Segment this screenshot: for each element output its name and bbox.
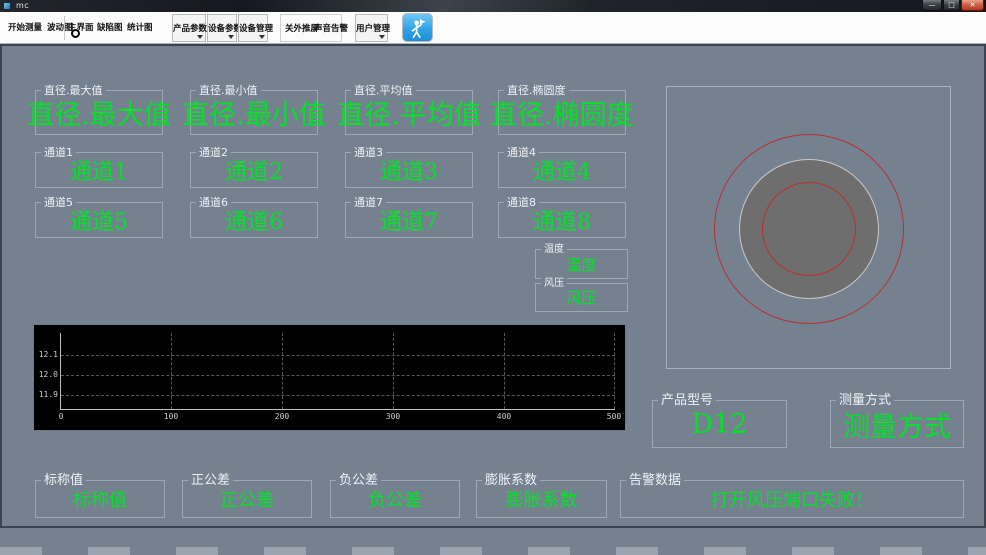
user-mgmt-label: 用户管理 (356, 24, 391, 34)
channel-6-box: 通道6 通道6 (190, 195, 318, 238)
pressure-box: 风压 风压 (535, 276, 628, 312)
maximize-icon: □ (948, 1, 955, 9)
minimize-icon: — (928, 1, 936, 9)
channel-7-value: 通道7 (380, 210, 438, 235)
product-params-button[interactable]: 产品参数 (172, 14, 208, 42)
expansion-coef-box: 膨胀系数 膨胀系数 (476, 473, 607, 518)
stats-chart-button[interactable]: 统计图 (127, 21, 153, 35)
main-screen-indicator-icon (71, 29, 80, 38)
diameter-ovality-value: 直径.椭圆度 (490, 100, 634, 131)
x-tick-label: 500 (606, 412, 622, 421)
toolbar: 开始测量 波动图 主界面 缺陷图 统计图 产品参数 设备参数 设备管理 关外推屏… (0, 12, 986, 44)
gridline-v (504, 333, 505, 409)
temperature-box: 温度 温度 (535, 242, 628, 279)
temperature-value: 温度 (566, 255, 597, 274)
close-button[interactable]: ✕ (961, 0, 984, 11)
close-icon: ✕ (969, 1, 976, 9)
measure-mode-box: 测量方式 测量方式 (830, 393, 964, 448)
dropdown-arrow-icon[interactable] (228, 35, 234, 39)
pressure-value: 风压 (566, 289, 597, 307)
y-tick-label: 12.0 (38, 370, 58, 379)
pos-tolerance-value: 正公差 (220, 490, 274, 511)
channel-6-value: 通道6 (225, 210, 283, 235)
cross-section-display (666, 86, 951, 369)
device-mgmt-button[interactable]: 设备管理 (238, 14, 274, 42)
gridline-h (61, 355, 615, 356)
dropdown-arrow-icon[interactable] (259, 35, 265, 39)
maximize-button[interactable]: □ (943, 0, 960, 11)
channel-5-box: 通道5 通道5 (35, 195, 163, 238)
toolbar-separator (64, 16, 65, 40)
dropdown-arrow-icon[interactable] (379, 35, 385, 39)
main-panel: 直径.最大值 直径.最大值 直径.最小值 直径.最小值 直径.平均值 直径.平均… (0, 44, 986, 528)
x-tick-label: 100 (163, 412, 179, 421)
alarm-group: 关外推屏 声音告警 (280, 14, 348, 42)
nominal-box: 标称值 标称值 (35, 473, 165, 518)
neg-tolerance-value: 负公差 (368, 490, 422, 511)
channel-4-box: 通道4 通道4 (498, 145, 626, 188)
x-axis (60, 409, 615, 410)
y-tick-label: 12.1 (38, 350, 58, 359)
device-params-label: 设备参数 (208, 24, 243, 34)
nominal-value: 标称值 (73, 490, 127, 511)
titlebar[interactable]: mc — □ ✕ (0, 0, 986, 12)
app-icon (3, 2, 11, 10)
expansion-coef-value: 膨胀系数 (505, 490, 578, 511)
person-flag-icon (411, 18, 426, 38)
diameter-min-value: 直径.最小值 (182, 100, 326, 131)
product-model-value: D12 (691, 408, 748, 440)
diameter-avg-value: 直径.平均值 (337, 100, 481, 131)
channel-3-value: 通道3 (380, 160, 438, 185)
guide-button[interactable] (402, 13, 433, 42)
gridline-v (171, 333, 172, 409)
gridline-v (282, 333, 283, 409)
channel-3-box: 通道3 通道3 (345, 145, 473, 188)
measure-mode-value: 测量方式 (843, 411, 951, 443)
gridline-h (61, 375, 615, 376)
diameter-ovality-box: 直径.椭圆度 直径.椭圆度 (490, 83, 634, 135)
window-title: mc (16, 1, 30, 10)
minimize-button[interactable]: — (922, 0, 942, 11)
taskbar-edge (0, 547, 986, 555)
x-tick-label: 200 (274, 412, 290, 421)
tolerance-ring-inner (762, 182, 856, 276)
diameter-min-box: 直径.最小值 直径.最小值 (182, 83, 326, 135)
y-tick-label: 11.9 (38, 390, 58, 399)
diameter-avg-box: 直径.平均值 直径.平均值 (337, 83, 481, 135)
pos-tolerance-box: 正公差 正公差 (182, 473, 312, 518)
x-tick-label: 300 (385, 412, 401, 421)
product-model-box: 产品型号 D12 (652, 393, 787, 448)
channel-8-box: 通道8 通道8 (498, 195, 626, 238)
device-params-button[interactable]: 设备参数 (207, 14, 243, 42)
user-mgmt-button[interactable]: 用户管理 (355, 14, 391, 42)
device-mgmt-label: 设备管理 (239, 24, 274, 34)
x-tick-label: 0 (58, 412, 64, 421)
y-axis (60, 333, 61, 410)
alarm-data-box: 告警数据 打开风压端口失败！ (620, 473, 964, 518)
diameter-max-box: 直径.最大值 直径.最大值 (27, 83, 171, 135)
gridline-v (393, 333, 394, 409)
gridline-h (61, 395, 615, 396)
gridline-v (614, 333, 615, 409)
start-measure-button[interactable]: 开始测量 (8, 21, 42, 35)
x-tick-label: 400 (496, 412, 512, 421)
channel-2-value: 通道2 (225, 160, 283, 185)
product-params-label: 产品参数 (173, 24, 208, 34)
alarm-data-value: 打开风压端口失败！ (711, 490, 873, 511)
channel-1-value: 通道1 (70, 160, 128, 185)
trend-chart: 12.1 12.0 11.9 0 100 200 300 400 500 (33, 324, 626, 431)
channel-8-value: 通道8 (533, 210, 591, 235)
app-window: mc — □ ✕ 开始测量 波动图 主界面 缺陷图 统计图 产品参数 设备参数 … (0, 0, 986, 555)
channel-4-value: 通道4 (533, 160, 591, 185)
sound-alarm-button[interactable]: 声音告警 (314, 22, 348, 36)
channel-2-box: 通道2 通道2 (190, 145, 318, 188)
dropdown-arrow-icon[interactable] (197, 35, 203, 39)
defect-chart-button[interactable]: 缺陷图 (97, 21, 123, 35)
channel-7-box: 通道7 通道7 (345, 195, 473, 238)
diameter-max-value: 直径.最大值 (27, 100, 171, 131)
channel-1-box: 通道1 通道1 (35, 145, 163, 188)
channel-5-value: 通道5 (70, 210, 128, 235)
neg-tolerance-box: 负公差 负公差 (330, 473, 460, 518)
